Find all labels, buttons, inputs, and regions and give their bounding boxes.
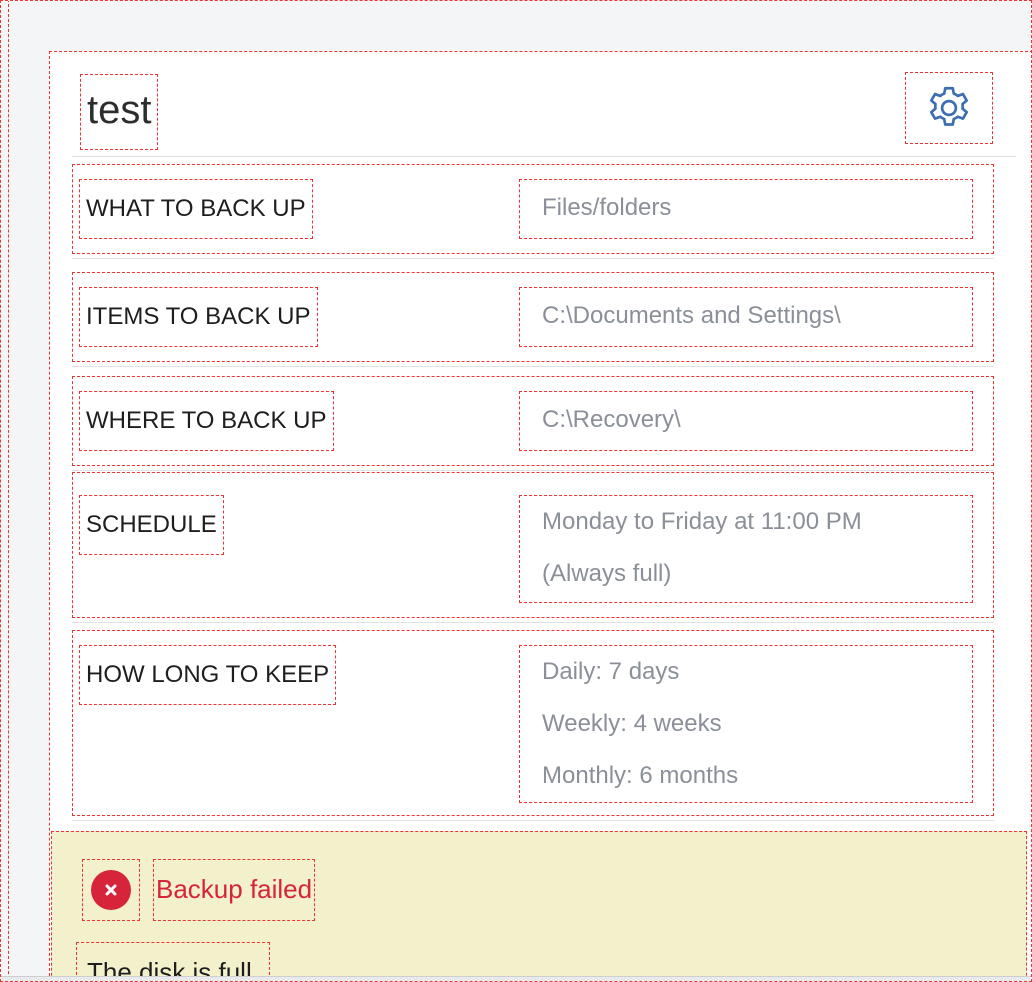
row-label: SCHEDULE: [79, 495, 224, 555]
value-line: Monthly: 6 months: [542, 762, 739, 789]
row-label: HOW LONG TO KEEP: [79, 645, 337, 705]
backup-window: test WHAT TO BACK UP Files/folders ITEMS…: [0, 0, 1032, 982]
error-icon: [91, 870, 131, 910]
row-value: C:\Recovery\: [519, 391, 973, 451]
row-schedule[interactable]: SCHEDULE Monday to Friday at 11:00 PM (A…: [72, 472, 994, 623]
plan-title: test: [80, 74, 159, 150]
row-label: WHERE TO BACK UP: [79, 391, 334, 451]
gear-icon: [929, 86, 969, 126]
value-line: (Always full): [542, 560, 672, 587]
status-icon-box: [82, 859, 140, 921]
value-line: C:\Documents and Settings\: [542, 302, 841, 329]
settings-button[interactable]: [905, 72, 993, 144]
value-line: Files/folders: [542, 194, 672, 221]
row-how-long-to-keep[interactable]: HOW LONG TO KEEP Daily: 7 days Weekly: 4…: [72, 630, 994, 821]
bottom-scroll-edge: [1, 976, 1031, 981]
row-value: Monday to Friday at 11:00 PM (Always ful…: [519, 495, 973, 603]
value-line: Weekly: 4 weeks: [542, 710, 722, 737]
value-line: Daily: 7 days: [542, 658, 680, 685]
row-label: WHAT TO BACK UP: [79, 179, 313, 239]
value-line: Monday to Friday at 11:00 PM: [542, 508, 862, 535]
row-value: C:\Documents and Settings\: [519, 287, 973, 347]
status-title: Backup failed: [153, 859, 316, 921]
value-line: C:\Recovery\: [542, 406, 681, 433]
row-where-to-back-up[interactable]: WHERE TO BACK UP C:\Recovery\: [72, 376, 994, 471]
row-items-to-back-up[interactable]: ITEMS TO BACK UP C:\Documents and Settin…: [72, 272, 994, 367]
header-divider: [72, 156, 1016, 157]
status-panel: Backup failed The disk is full.: [51, 831, 1027, 981]
row-what-to-back-up[interactable]: WHAT TO BACK UP Files/folders: [72, 164, 994, 259]
row-value: Daily: 7 days Weekly: 4 weeks Monthly: 6…: [519, 645, 973, 803]
card-header: test: [50, 52, 1031, 156]
row-value: Files/folders: [519, 179, 973, 239]
row-label: ITEMS TO BACK UP: [79, 287, 318, 347]
